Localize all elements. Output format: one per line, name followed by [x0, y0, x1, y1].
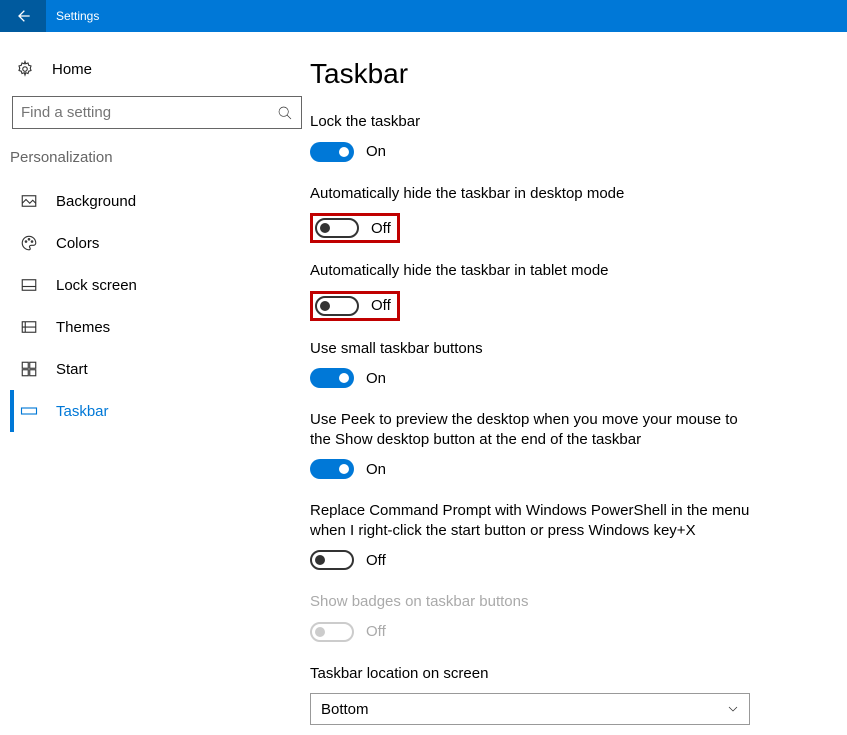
setting-label-small-buttons: Use small taskbar buttons — [310, 339, 750, 359]
sidebar-item-label: Start — [56, 361, 88, 378]
sidebar-item-background[interactable]: Background — [10, 180, 300, 222]
toggle-powershell[interactable] — [310, 550, 354, 570]
sidebar-item-label: Lock screen — [56, 277, 137, 294]
highlight-autohide-tablet: Off — [310, 291, 400, 321]
toggle-state: On — [366, 143, 386, 160]
sidebar-item-label: Themes — [56, 319, 110, 336]
highlight-autohide-desktop: Off — [310, 213, 400, 243]
back-button[interactable] — [0, 0, 46, 32]
palette-icon — [20, 234, 38, 252]
dropdown-value: Bottom — [321, 701, 369, 718]
toggle-autohide-desktop[interactable] — [315, 218, 359, 238]
setting-label-peek: Use Peek to preview the desktop when you… — [310, 410, 750, 449]
arrow-left-icon — [15, 8, 31, 24]
sidebar-item-taskbar[interactable]: Taskbar — [10, 390, 300, 432]
search-input[interactable] — [21, 104, 277, 121]
setting-label-autohide-tablet: Automatically hide the taskbar in tablet… — [310, 261, 750, 281]
search-box[interactable] — [12, 96, 302, 129]
sidebar-item-label: Colors — [56, 235, 99, 252]
toggle-small-buttons[interactable] — [310, 368, 354, 388]
gear-icon — [16, 60, 34, 78]
page-heading: Taskbar — [310, 58, 807, 90]
chevron-down-icon — [727, 703, 739, 715]
setting-label-badges: Show badges on taskbar buttons — [310, 592, 750, 612]
themes-icon — [20, 318, 38, 336]
setting-label-location: Taskbar location on screen — [310, 664, 750, 684]
sidebar-item-label: Background — [56, 193, 136, 210]
toggle-state: On — [366, 370, 386, 387]
sidebar-section-label: Personalization — [10, 145, 300, 180]
toggle-badges — [310, 622, 354, 642]
start-icon — [20, 360, 38, 378]
sidebar: Home Personalization Background Colors L… — [0, 32, 310, 735]
setting-label-powershell: Replace Command Prompt with Windows Powe… — [310, 501, 750, 540]
setting-label-lock: Lock the taskbar — [310, 112, 750, 132]
sidebar-home[interactable]: Home — [10, 54, 300, 88]
toggle-state: Off — [371, 297, 391, 314]
picture-icon — [20, 192, 38, 210]
search-icon — [277, 105, 293, 121]
main-panel: Taskbar Lock the taskbar On Automaticall… — [310, 32, 847, 735]
sidebar-item-lockscreen[interactable]: Lock screen — [10, 264, 300, 306]
titlebar: Settings — [0, 0, 847, 32]
sidebar-item-start[interactable]: Start — [10, 348, 300, 390]
toggle-peek[interactable] — [310, 459, 354, 479]
toggle-state: On — [366, 461, 386, 478]
toggle-state: Off — [366, 552, 386, 569]
sidebar-home-label: Home — [52, 61, 92, 78]
toggle-state: Off — [366, 623, 386, 640]
setting-label-autohide-desktop: Automatically hide the taskbar in deskto… — [310, 184, 750, 204]
sidebar-item-colors[interactable]: Colors — [10, 222, 300, 264]
sidebar-item-themes[interactable]: Themes — [10, 306, 300, 348]
toggle-state: Off — [371, 220, 391, 237]
lockscreen-icon — [20, 276, 38, 294]
window-title: Settings — [46, 9, 99, 23]
taskbar-icon — [20, 402, 38, 420]
dropdown-taskbar-location[interactable]: Bottom — [310, 693, 750, 725]
toggle-autohide-tablet[interactable] — [315, 296, 359, 316]
toggle-lock-taskbar[interactable] — [310, 142, 354, 162]
sidebar-item-label: Taskbar — [56, 403, 109, 420]
